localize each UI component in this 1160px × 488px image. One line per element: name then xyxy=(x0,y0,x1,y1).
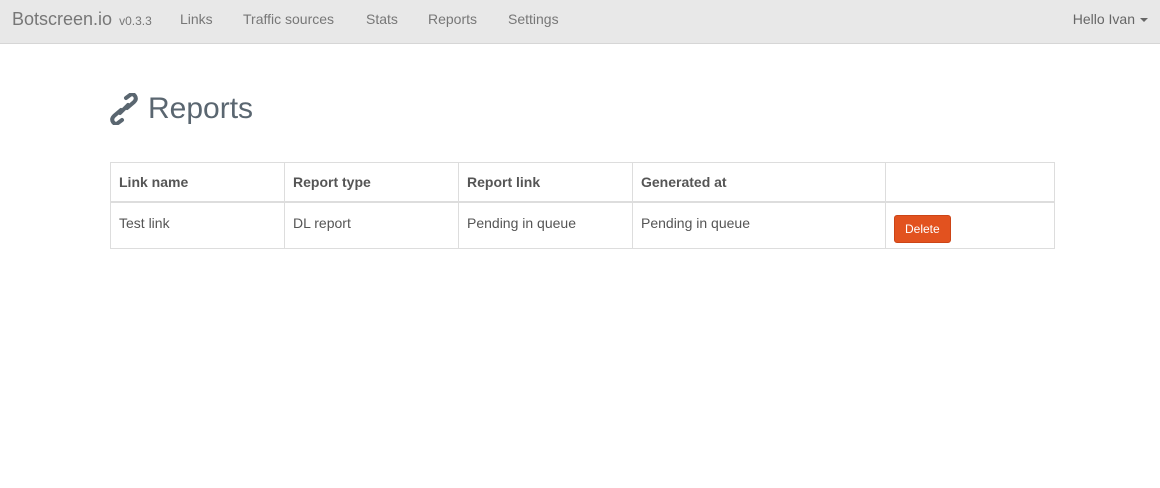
table-header-row: Link name Report type Report link Genera… xyxy=(110,162,1055,203)
link-icon xyxy=(110,93,138,125)
page-title: Reports xyxy=(148,92,254,125)
column-header-report-type: Report type xyxy=(284,162,459,203)
brand-name[interactable]: Botscreen.io xyxy=(12,9,112,29)
column-header-report-link: Report link xyxy=(458,162,633,203)
user-menu-dropdown[interactable]: Hello Ivan xyxy=(1073,11,1148,27)
reports-table: Link name Report type Report link Genera… xyxy=(110,162,1055,249)
column-header-link-name: Link name xyxy=(110,162,285,203)
nav-settings[interactable]: Settings xyxy=(508,11,559,27)
delete-button[interactable]: Delete xyxy=(894,215,951,243)
column-header-actions xyxy=(885,162,1055,203)
brand-logo[interactable]: Botscreen.io v0.3.3 xyxy=(12,9,152,30)
caret-down-icon xyxy=(1140,18,1148,23)
nav-traffic-sources[interactable]: Traffic sources xyxy=(243,11,334,27)
page-header: Reports xyxy=(110,89,253,129)
cell-actions: Delete xyxy=(885,201,1055,249)
cell-report-link: Pending in queue xyxy=(458,201,633,249)
cell-link-name: Test link xyxy=(110,201,285,249)
nav-stats[interactable]: Stats xyxy=(366,11,398,27)
cell-generated-at: Pending in queue xyxy=(632,201,886,249)
cell-report-type: DL report xyxy=(284,201,459,249)
nav-links[interactable]: Links xyxy=(180,11,213,27)
user-greeting[interactable]: Hello Ivan xyxy=(1073,11,1135,27)
nav-reports[interactable]: Reports xyxy=(428,11,477,27)
column-header-generated-at: Generated at xyxy=(632,162,886,203)
app-version: v0.3.3 xyxy=(119,14,152,28)
top-navbar: Botscreen.io v0.3.3 Links Traffic source… xyxy=(0,0,1160,44)
table-row: Test link DL report Pending in queue Pen… xyxy=(110,201,1055,249)
